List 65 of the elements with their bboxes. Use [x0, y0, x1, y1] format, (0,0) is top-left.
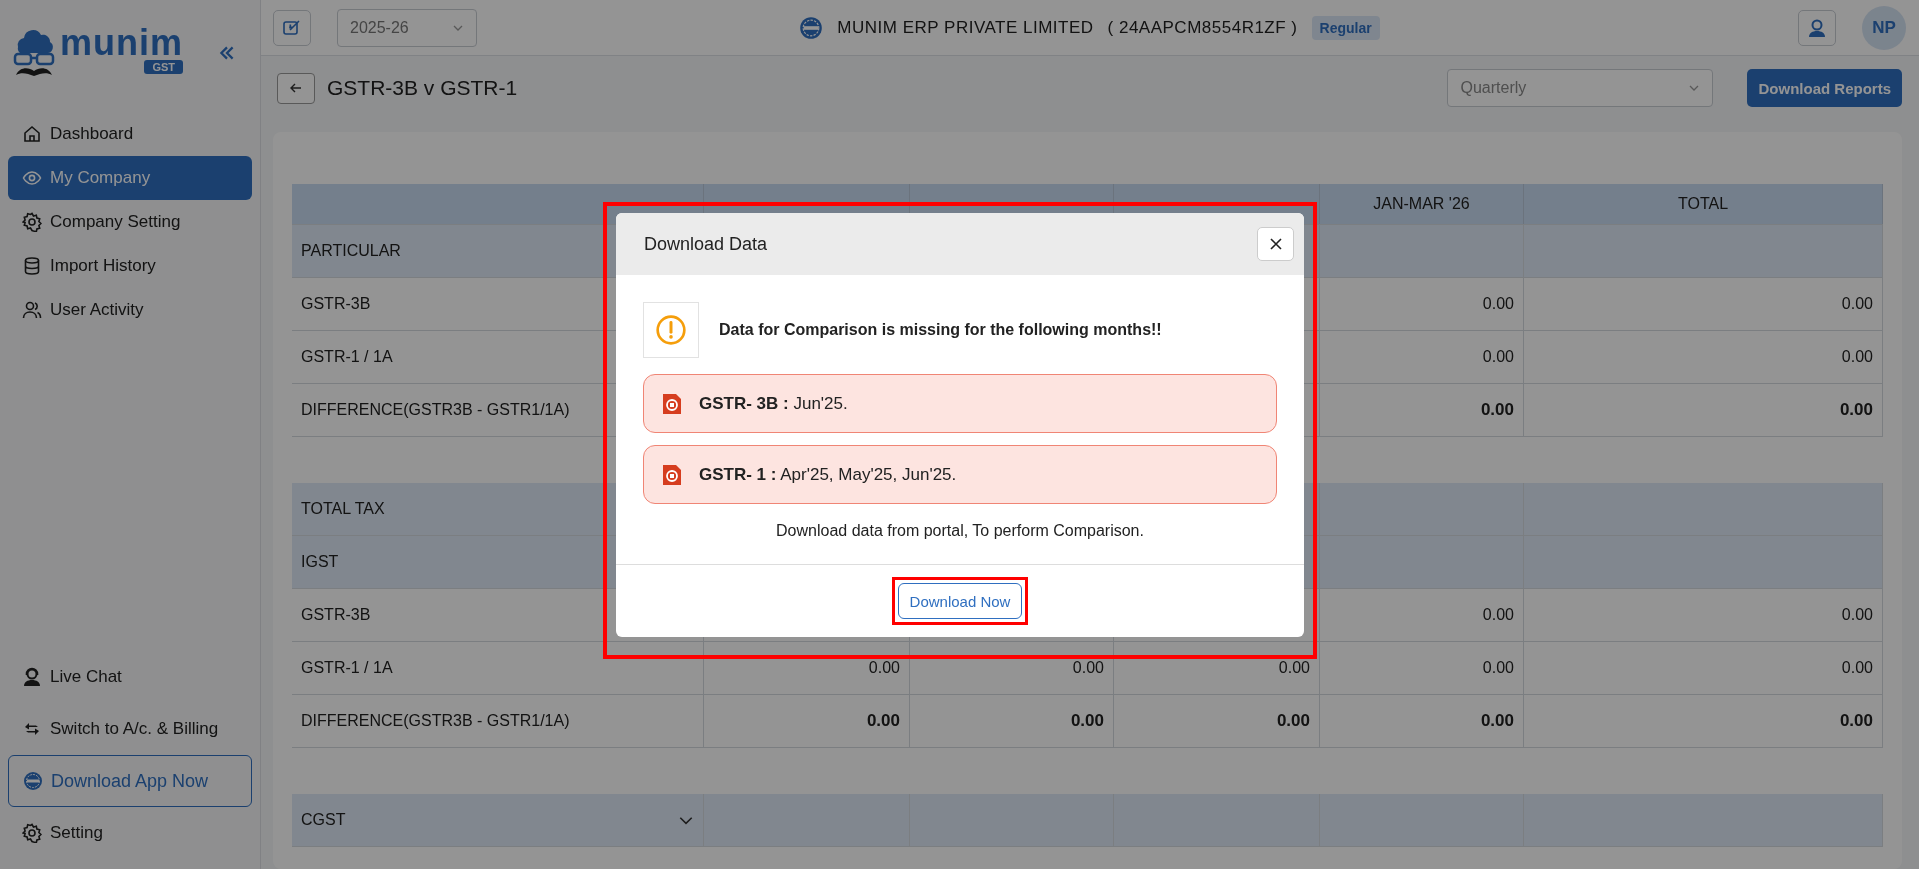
company-name: MUNIM ERP PRIVATE LIMITED: [837, 17, 1094, 38]
table-cell: 0.00: [704, 642, 910, 694]
table-cell: 0.00: [1524, 589, 1883, 641]
gear-icon: [22, 823, 42, 843]
table-cell: 0.00: [1524, 695, 1883, 747]
download-app-button[interactable]: Download App Now: [8, 755, 252, 807]
table-cell: 0.00: [704, 695, 910, 747]
home-icon: [22, 124, 42, 144]
logo-badge: GST: [144, 60, 183, 74]
table-cell: 0.00: [1524, 384, 1883, 436]
table-cell: 0.00: [910, 695, 1114, 747]
gear-icon: [22, 212, 42, 232]
document-icon: [662, 392, 682, 415]
stamp-icon: [23, 771, 43, 791]
table-cell: 0.00: [1320, 642, 1524, 694]
database-icon: [22, 256, 42, 276]
instruction-text: Download data from portal, To perform Comparison.: [775, 522, 1145, 540]
collapse-icon[interactable]: [218, 44, 236, 62]
registration-badge: Regular: [1311, 15, 1380, 40]
back-button[interactable]: [277, 72, 315, 104]
sidebar-item[interactable]: User Activity: [8, 288, 252, 332]
sidebar-item[interactable]: Company Setting: [8, 200, 252, 244]
back-arrow-icon: [289, 81, 303, 95]
table-cell: 0.00: [1114, 695, 1320, 747]
sidebar-item[interactable]: My Company: [8, 156, 252, 200]
table-cell: 0.00: [1320, 589, 1524, 641]
table-cell: 0.00: [1320, 384, 1524, 436]
column-header: JAN-MAR '26: [1320, 184, 1524, 224]
gstin-text: ( 24AAPCM8554R1ZF ): [1107, 17, 1298, 38]
table-cell: 0.00: [1320, 278, 1524, 330]
logo-wordmark: munim: [60, 26, 183, 60]
sidebar-item[interactable]: Dashboard: [8, 112, 252, 156]
sidebar-link[interactable]: Switch to A/c. & Billing: [8, 703, 252, 755]
stamp-icon: [799, 15, 824, 40]
table-cell: GSTR-1 / 1A: [292, 642, 704, 694]
document-icon: [662, 463, 682, 486]
column-header: TOTAL: [1524, 184, 1883, 224]
table-cell: 0.00: [1524, 278, 1883, 330]
table-cell: 0.00: [1524, 331, 1883, 383]
headset-icon: [1807, 17, 1827, 38]
headset-icon: [22, 667, 42, 687]
table-cell: DIFFERENCE(GSTR3B - GSTR1/1A): [292, 695, 704, 747]
warning-icon: [643, 302, 699, 358]
users-icon: [22, 300, 42, 320]
support-button[interactable]: [1798, 9, 1836, 46]
table-cell: 0.00: [910, 642, 1114, 694]
sidebar-item[interactable]: Import History: [8, 244, 252, 288]
download-now-button[interactable]: Download Now: [897, 583, 1023, 619]
page-title: GSTR-3B v GSTR-1: [327, 76, 518, 100]
table-cell: 0.00: [1320, 331, 1524, 383]
download-reports-button[interactable]: Download Reports: [1747, 69, 1902, 107]
close-button[interactable]: [1257, 227, 1294, 261]
section-cell: CGST: [292, 794, 704, 846]
table-cell: 0.00: [1114, 642, 1320, 694]
table-cell: 0.00: [1524, 642, 1883, 694]
warning-message: Data for Comparison is missing for the following months!!: [719, 321, 1162, 339]
missing-months-text: GSTR- 1 : Apr'25, May'25, Jun'25.: [699, 464, 957, 485]
eye-icon: [22, 168, 42, 188]
sidebar-link[interactable]: Live Chat: [8, 651, 252, 703]
table-cell: 0.00: [1320, 695, 1524, 747]
year-select[interactable]: 2025-26: [337, 8, 477, 47]
edit-icon: [282, 17, 302, 38]
sidebar-link[interactable]: Setting: [8, 807, 252, 859]
edit-button[interactable]: [273, 9, 311, 46]
close-icon: [1268, 237, 1283, 251]
